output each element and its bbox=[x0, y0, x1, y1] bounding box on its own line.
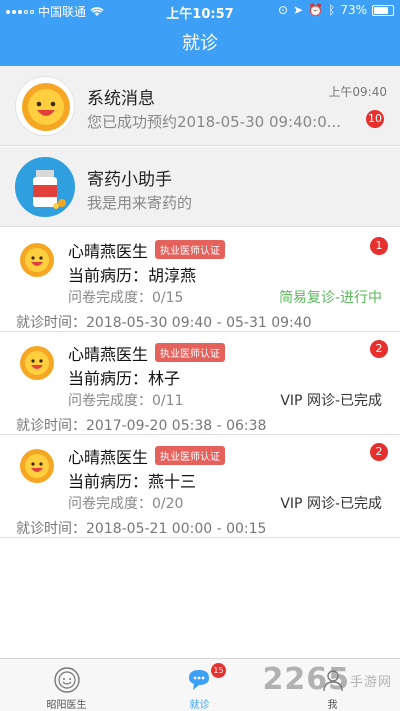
doctor-name: 心晴燕医生 bbox=[68, 242, 149, 261]
status-bar: 中国联通 上午10:57 ⊙ ➤ ⏰ ᛒ 73% bbox=[0, 0, 400, 22]
consultation-item[interactable]: 心晴燕医生 执业医师认证 1 当前病历：胡淳燕 问卷完成度：0/15 简易复诊-… bbox=[0, 229, 400, 332]
consultation-time: 就诊时间：2017-09-20 05:38 - 06:38 bbox=[16, 418, 267, 434]
chat-bubble-icon bbox=[188, 670, 209, 690]
questionnaire-progress: 问卷完成度：0/11 bbox=[68, 393, 184, 409]
assistant-title: 寄药小助手 bbox=[87, 170, 172, 190]
consultation-status: VIP 网诊-已完成 bbox=[280, 496, 382, 512]
tab-label: 昭阳医生 bbox=[46, 700, 87, 711]
current-record: 当前病历：胡淳燕 bbox=[68, 266, 197, 285]
certified-badge: 执业医师认证 bbox=[155, 240, 225, 259]
page-title: 就诊 bbox=[0, 22, 400, 66]
system-message-preview: 您已成功预约2018-05-30 09:40:0... bbox=[87, 113, 342, 131]
doctor-avatar bbox=[20, 449, 54, 483]
location-icon: ➤ bbox=[293, 3, 304, 17]
unread-badge: 2 bbox=[370, 340, 388, 358]
questionnaire-progress: 问卷完成度：0/15 bbox=[68, 290, 184, 306]
unread-badge: 1 bbox=[370, 237, 388, 255]
consultation-item[interactable]: 心晴燕医生 执业医师认证 2 当前病历：燕十三 问卷完成度：0/20 VIP 网… bbox=[0, 435, 400, 538]
questionnaire-progress: 问卷完成度：0/20 bbox=[68, 496, 184, 512]
doctor-avatar bbox=[20, 346, 54, 380]
doctor-name: 心晴燕医生 bbox=[68, 345, 149, 364]
certified-badge: 执业医师认证 bbox=[155, 343, 225, 362]
alarm-icon: ⏰ bbox=[308, 3, 324, 17]
assistant-item[interactable]: 寄药小助手 我是用来寄药的 bbox=[0, 147, 400, 227]
consultation-time: 就诊时间：2018-05-21 00:00 - 00:15 bbox=[16, 521, 267, 537]
battery-icon bbox=[372, 4, 394, 16]
tab-label: 我 bbox=[327, 700, 338, 711]
medicine-bottle-avatar bbox=[15, 157, 75, 217]
lock-rotation-icon: ⊙ bbox=[278, 3, 289, 17]
sun-face-icon bbox=[53, 667, 80, 693]
tab-badge: 15 bbox=[211, 663, 226, 678]
consultation-item[interactable]: 心晴燕医生 执业医师认证 2 当前病历：林子 问卷完成度：0/11 VIP 网诊… bbox=[0, 332, 400, 435]
tab-zhaoyang-doctor[interactable]: 昭阳医生 bbox=[0, 659, 133, 711]
system-message-item[interactable]: 系统消息 您已成功预约2018-05-30 09:40:0... 上午09:40… bbox=[0, 66, 400, 146]
consultation-status: 简易复诊-进行中 bbox=[278, 290, 382, 306]
watermark-logo: 2265 bbox=[262, 662, 350, 697]
bluetooth-icon: ᛒ bbox=[328, 3, 336, 17]
current-record: 当前病历：燕十三 bbox=[68, 472, 197, 491]
tab-consultation[interactable]: 15 就诊 bbox=[133, 659, 266, 711]
sun-face-avatar bbox=[15, 76, 75, 136]
system-message-time: 上午09:40 bbox=[328, 85, 387, 99]
consultation-time: 就诊时间：2018-05-30 09:40 - 05-31 09:40 bbox=[16, 315, 312, 331]
current-record: 当前病历：林子 bbox=[68, 369, 181, 388]
doctor-avatar bbox=[20, 243, 54, 277]
tab-label: 就诊 bbox=[189, 700, 210, 711]
unread-badge: 2 bbox=[370, 443, 388, 461]
doctor-name: 心晴燕医生 bbox=[68, 448, 149, 467]
watermark-sub: 手游网 bbox=[349, 675, 392, 690]
consultation-status: VIP 网诊-已完成 bbox=[280, 393, 382, 409]
watermark: 2265手游网 bbox=[262, 662, 392, 697]
unread-badge: 10 bbox=[366, 110, 384, 128]
assistant-subtitle: 我是用来寄药的 bbox=[87, 194, 193, 212]
system-message-title: 系统消息 bbox=[87, 89, 155, 109]
battery-percent: 73% bbox=[340, 3, 367, 17]
certified-badge: 执业医师认证 bbox=[155, 446, 225, 465]
